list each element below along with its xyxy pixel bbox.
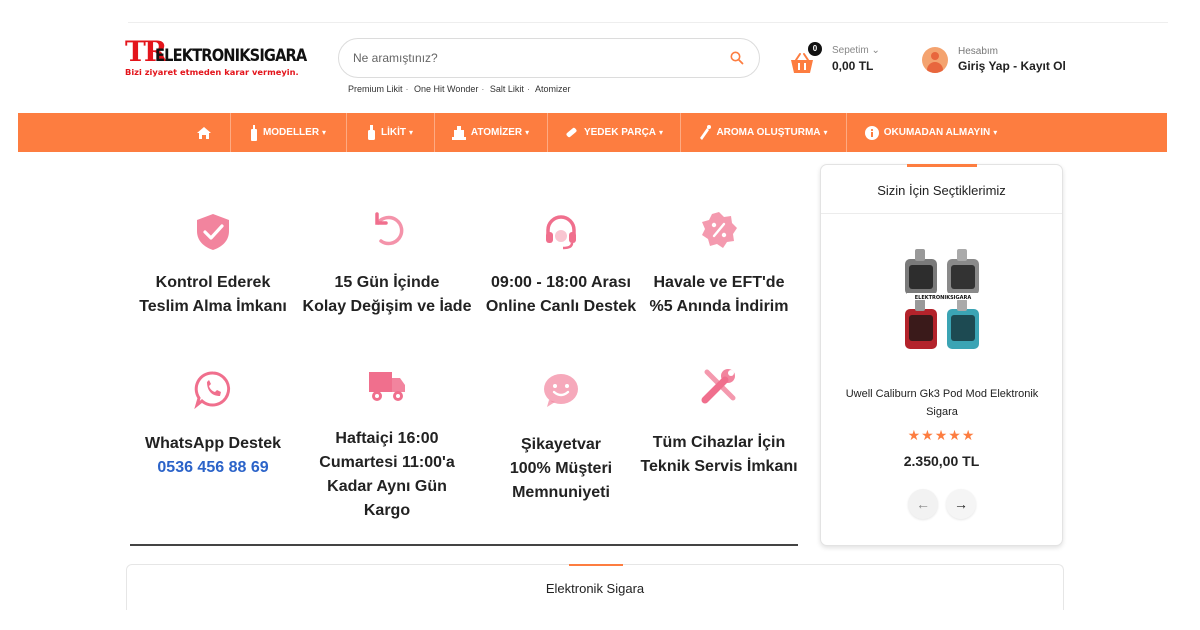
chevron-down-icon: ▾ xyxy=(408,128,413,137)
feature-item: Haftaiçi 16:00 Cumartesi 11:00'a Kadar A… xyxy=(302,366,472,523)
feature-line: Teknik Servis İmkanı xyxy=(640,458,798,475)
nav-yedek-parca[interactable]: YEDEK PARÇA ▾ xyxy=(547,113,680,152)
quick-link[interactable]: One Hit Wonder xyxy=(414,84,478,94)
feature-item: 09:00 - 18:00 Arası Online Canlı Destek xyxy=(476,212,646,319)
feature-line: %5 Anında İndirim xyxy=(649,298,789,315)
feature-line: Online Canlı Destek xyxy=(485,298,637,315)
search-bar xyxy=(338,38,760,78)
feature-item: Tüm Cihazlar İçin Teknik Servis İmkanı xyxy=(634,366,804,479)
whatsapp-phone-link[interactable]: 0536 456 88 69 xyxy=(128,456,298,480)
card-title: Sizin İçin Seçtiklerimiz xyxy=(877,183,1006,198)
search-icon[interactable] xyxy=(729,50,745,66)
logo-tagline: Bizi ziyaret etmeden karar vermeyin. xyxy=(125,67,299,77)
top-divider xyxy=(128,22,1168,23)
feature-item: 15 Gün İçinde Kolay Değişim ve İade xyxy=(302,208,472,319)
nav-okumadan-almayin[interactable]: OKUMADAN ALMAYIN ▾ xyxy=(846,113,1016,152)
category-section: Elektronik Sigara xyxy=(126,564,1064,610)
chevron-down-icon: ▾ xyxy=(823,128,828,137)
whatsapp-icon xyxy=(194,371,231,410)
section-title: Elektronik Sigara xyxy=(545,581,645,596)
feature-line: 09:00 - 18:00 Arası xyxy=(491,274,631,291)
features-divider xyxy=(130,544,798,546)
quick-link[interactable]: Premium Likit xyxy=(348,84,403,94)
basket-icon xyxy=(791,53,813,73)
tools-icon xyxy=(701,369,736,404)
register-link[interactable]: Kayıt Ol xyxy=(1020,59,1065,73)
site-logo[interactable]: TR ELEKTRONIKSIGARA Bizi ziyaret etmeden… xyxy=(125,38,325,80)
feature-line: Havale ve EFT'de xyxy=(653,274,785,291)
info-icon xyxy=(864,125,879,140)
feature-line: Teslim Alma İmkanı xyxy=(139,298,287,315)
section-accent xyxy=(569,564,623,566)
chevron-down-icon: ▾ xyxy=(993,128,998,137)
vape-icon xyxy=(250,124,257,141)
chevron-down-icon: ▾ xyxy=(659,128,664,137)
search-input[interactable] xyxy=(353,39,713,77)
nav-aroma[interactable]: AROMA OLUŞTURMA ▾ xyxy=(680,113,846,152)
bottle-icon xyxy=(367,125,375,140)
product-name[interactable]: Uwell Caliburn Gk3 Pod Mod Elektronik Si… xyxy=(831,385,1053,421)
quick-links: Premium Likit · One Hit Wonder · Salt Liki… xyxy=(348,84,571,94)
cart-label: Sepetim ⌄ xyxy=(832,45,880,56)
coil-icon xyxy=(566,127,577,138)
percent-badge-icon xyxy=(702,212,737,248)
product-price: 2.350,00 TL xyxy=(903,453,980,469)
card-divider xyxy=(821,213,1062,214)
user-icon[interactable] xyxy=(922,47,948,73)
cart-count-badge: 0 xyxy=(808,42,822,56)
nav-home[interactable] xyxy=(178,113,230,152)
chevron-down-icon: ▾ xyxy=(525,128,530,137)
product-rating-stars: ★★★★★ xyxy=(907,427,976,443)
cart-button[interactable]: 0 Sepetim ⌄ 0,00 TL xyxy=(788,42,888,76)
quick-link[interactable]: Atomizer xyxy=(535,84,571,94)
account-label: Hesabım xyxy=(958,46,999,57)
chevron-down-icon: ▾ xyxy=(322,128,327,137)
atomizer-icon xyxy=(451,125,466,140)
product-image[interactable]: ELEKTRONIKSIGARA xyxy=(899,247,987,355)
feature-line: Kontrol Ederek xyxy=(155,274,271,291)
feature-line: Kolay Değişim ve İade xyxy=(302,298,472,315)
login-link[interactable]: Giriş Yap xyxy=(958,59,1010,73)
chevron-down-icon: ⌄ xyxy=(871,45,880,56)
recommended-card: Sizin İçin Seçtiklerimiz ELEKTRONIKSIGAR… xyxy=(820,164,1063,546)
feature-line: Şikayetvar xyxy=(520,436,602,453)
feature-line: Tüm Cihazlar İçin xyxy=(652,434,786,451)
logo-name: ELEKTRONIKSIGARA xyxy=(155,46,307,66)
nav-atomizer[interactable]: ATOMİZER ▾ xyxy=(434,113,547,152)
nav-modeller[interactable]: MODELLER ▾ xyxy=(230,113,346,152)
feature-item: Kontrol Ederek Teslim Alma İmkanı xyxy=(128,212,298,319)
feature-line: WhatsApp Destek xyxy=(144,435,282,452)
feature-item: WhatsApp Destek 0536 456 88 69 xyxy=(128,369,298,480)
carousel-next-button[interactable]: → xyxy=(946,489,976,519)
product-image-label: ELEKTRONIKSIGARA xyxy=(915,295,972,301)
return-icon xyxy=(375,212,404,246)
main-nav: MODELLER ▾ LİKİT ▾ ATOMİZER ▾ YEDEK PARÇA ▾ … xyxy=(18,113,1167,152)
feature-item: Şikayetvar 100% Müşteri Memnuniyeti xyxy=(476,370,646,505)
home-icon xyxy=(197,126,211,139)
feature-line: Haftaiçi 16:00 xyxy=(335,430,439,447)
card-accent xyxy=(907,164,977,167)
account-menu: Hesabım Giriş Yap - Kayıt Ol xyxy=(922,44,1082,78)
quick-link[interactable]: Salt Likit xyxy=(490,84,524,94)
smile-icon xyxy=(544,374,578,407)
feature-line: Kadar Aynı Gün Kargo xyxy=(327,478,447,519)
shield-check-icon xyxy=(197,214,229,250)
account-links: Giriş Yap - Kayıt Ol xyxy=(958,59,1066,73)
cart-total: 0,00 TL xyxy=(832,59,874,73)
feature-line: 100% Müşteri xyxy=(509,460,613,477)
nav-likit[interactable]: LİKİT ▾ xyxy=(346,113,434,152)
feature-line: Memnuniyeti xyxy=(512,484,610,501)
feature-line: Cumartesi 11:00'a xyxy=(319,454,455,471)
dropper-icon xyxy=(700,125,712,140)
headset-icon xyxy=(546,215,576,250)
feature-line: 15 Gün İçinde xyxy=(334,274,440,291)
feature-item: Havale ve EFT'de %5 Anında İndirim xyxy=(634,210,804,319)
carousel-prev-button[interactable]: ← xyxy=(908,489,938,519)
truck-icon xyxy=(369,372,405,401)
